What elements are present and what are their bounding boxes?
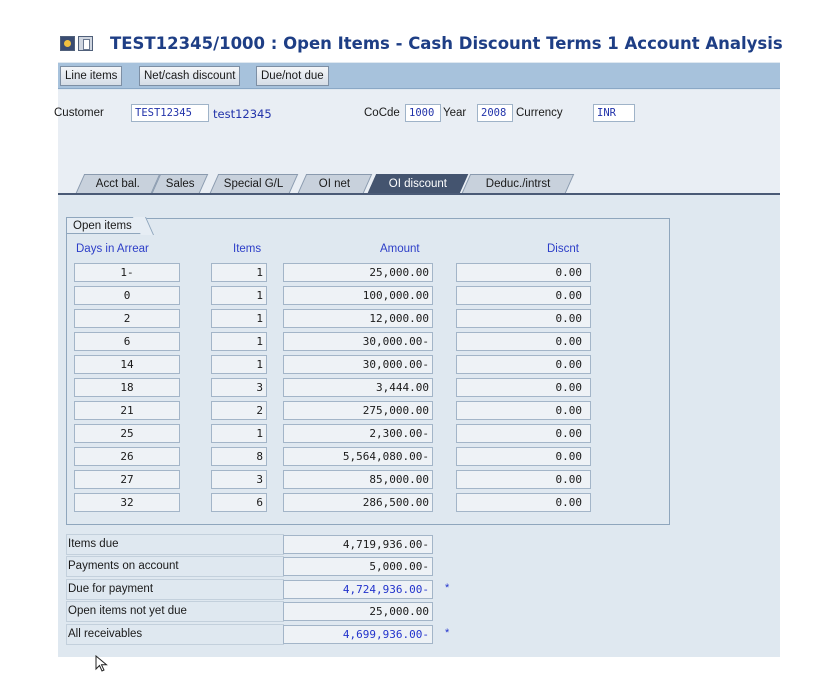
days-cell[interactable]: 25 [74, 424, 180, 443]
open-items-not-yet-due-value[interactable]: 25,000.00 [283, 602, 433, 621]
customer-label: Customer [54, 107, 104, 119]
open-items-not-yet-due-label: Open items not yet due [68, 605, 187, 617]
amount-cell[interactable]: 30,000.00- [283, 355, 433, 374]
discount-cell[interactable]: 0.00 [456, 309, 591, 328]
days-in-arrear-header: Days in Arrear [76, 243, 149, 255]
tab-acct-bal[interactable]: Acct bal. [75, 174, 161, 193]
due-for-payment-value[interactable]: 4,724,936.00- [283, 580, 433, 599]
items-header: Items [233, 243, 262, 255]
customer-name: test12345 [213, 107, 272, 121]
items-cell[interactable]: 3 [211, 378, 267, 397]
sap-screen: TEST12345/1000 : Open Items - Cash Disco… [54, 30, 783, 657]
all-receivables-value[interactable]: 4,699,936.00- [283, 625, 433, 644]
execute-icon[interactable] [60, 36, 75, 51]
discount-cell[interactable]: 0.00 [456, 493, 591, 512]
application-toolbar: Line items Net/cash discount Due/not due [58, 63, 780, 89]
days-cell[interactable]: 18 [74, 378, 180, 397]
items-due-label: Items due [68, 538, 119, 550]
days-cell[interactable]: 0 [74, 286, 180, 305]
days-cell[interactable]: 26 [74, 447, 180, 466]
document-icon[interactable] [78, 36, 93, 51]
discount-cell[interactable]: 0.00 [456, 263, 591, 282]
items-cell[interactable]: 1 [211, 286, 267, 305]
customer-field[interactable]: TEST12345 [131, 104, 209, 122]
tab-oi-discount[interactable]: OI discount [367, 174, 469, 193]
line-items-button[interactable]: Line items [60, 66, 123, 86]
items-cell[interactable]: 6 [211, 493, 267, 512]
page-title: TEST12345/1000 : Open Items - Cash Disco… [110, 34, 783, 53]
discount-cell[interactable]: 0.00 [456, 401, 591, 420]
amount-cell[interactable]: 100,000.00 [283, 286, 433, 305]
amount-cell[interactable]: 25,000.00 [283, 263, 433, 282]
tab-deduc-intrst[interactable]: Deduc./intrst [461, 174, 575, 193]
days-cell[interactable]: 6 [74, 332, 180, 351]
tab-content: Open items Days in Arrear Items Amount D… [58, 195, 780, 657]
due-not-due-button[interactable]: Due/not due [256, 66, 329, 86]
amount-cell[interactable]: 12,000.00 [283, 309, 433, 328]
amount-cell[interactable]: 2,300.00- [283, 424, 433, 443]
tabstrip: Acct bal. Sales Special G/L OI net OI di… [58, 173, 780, 195]
items-cell[interactable]: 1 [211, 424, 267, 443]
items-cell[interactable]: 1 [211, 309, 267, 328]
mouse-cursor-icon [95, 655, 108, 672]
amount-cell[interactable]: 5,564,080.00- [283, 447, 433, 466]
amount-cell[interactable]: 30,000.00- [283, 332, 433, 351]
amount-header: Amount [380, 243, 420, 255]
days-cell[interactable]: 21 [74, 401, 180, 420]
total-marker: * [445, 582, 450, 594]
days-cell[interactable]: 14 [74, 355, 180, 374]
items-due-value[interactable]: 4,719,936.00- [283, 535, 433, 554]
discount-cell[interactable]: 0.00 [456, 447, 591, 466]
discount-cell[interactable]: 0.00 [456, 470, 591, 489]
items-cell[interactable]: 1 [211, 332, 267, 351]
days-cell[interactable]: 1- [74, 263, 180, 282]
all-receivables-label: All receivables [68, 628, 143, 640]
title-icons [60, 36, 93, 51]
title-bar: TEST12345/1000 : Open Items - Cash Disco… [58, 30, 783, 62]
items-cell[interactable]: 3 [211, 470, 267, 489]
currency-label: Currency [516, 107, 563, 119]
items-cell[interactable]: 1 [211, 263, 267, 282]
open-items-group-title: Open items [66, 217, 144, 234]
discount-cell[interactable]: 0.00 [456, 424, 591, 443]
amount-cell[interactable]: 85,000.00 [283, 470, 433, 489]
total-marker: * [445, 627, 450, 639]
amount-cell[interactable]: 275,000.00 [283, 401, 433, 420]
payments-on-account-label: Payments on account [68, 560, 179, 572]
due-for-payment-label: Due for payment [68, 583, 154, 595]
items-cell[interactable]: 8 [211, 447, 267, 466]
days-cell[interactable]: 27 [74, 470, 180, 489]
discount-cell[interactable]: 0.00 [456, 355, 591, 374]
year-field[interactable]: 2008 [477, 104, 513, 122]
tab-sales[interactable]: Sales [151, 174, 209, 193]
tab-special-gl[interactable]: Special G/L [209, 174, 299, 193]
items-cell[interactable]: 2 [211, 401, 267, 420]
currency-field[interactable]: INR [593, 104, 635, 122]
discount-cell[interactable]: 0.00 [456, 378, 591, 397]
payments-on-account-value[interactable]: 5,000.00- [283, 557, 433, 576]
tab-oi-net[interactable]: OI net [297, 174, 373, 193]
company-code-field[interactable]: 1000 [405, 104, 441, 122]
company-code-label: CoCde [364, 107, 400, 119]
discount-header: Discnt [547, 243, 579, 255]
year-label: Year [443, 107, 467, 119]
discount-cell[interactable]: 0.00 [456, 286, 591, 305]
discount-cell[interactable]: 0.00 [456, 332, 591, 351]
amount-cell[interactable]: 3,444.00 [283, 378, 433, 397]
net-cash-discount-button[interactable]: Net/cash discount [139, 66, 241, 86]
days-cell[interactable]: 2 [74, 309, 180, 328]
days-cell[interactable]: 32 [74, 493, 180, 512]
items-cell[interactable]: 1 [211, 355, 267, 374]
amount-cell[interactable]: 286,500.00 [283, 493, 433, 512]
